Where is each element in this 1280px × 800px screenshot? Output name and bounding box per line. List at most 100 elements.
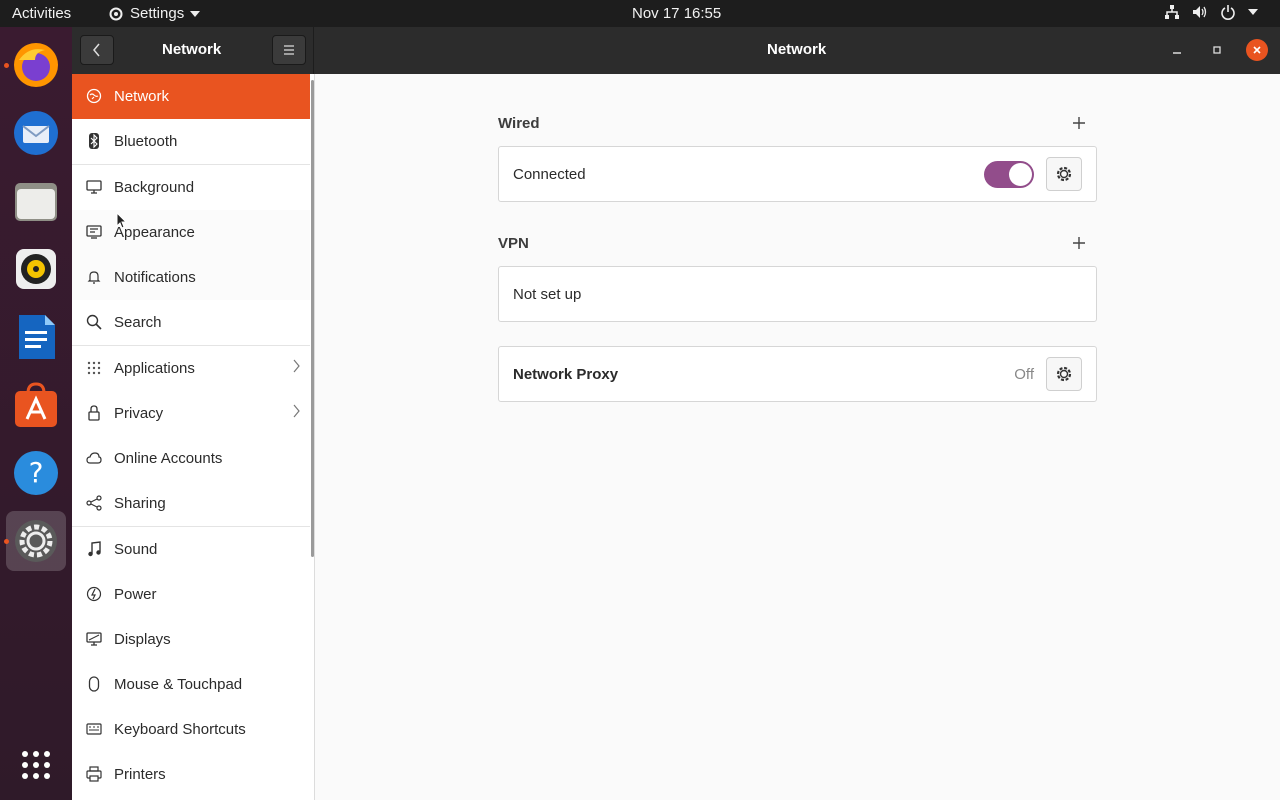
dock-firefox[interactable] bbox=[4, 35, 66, 95]
document-icon bbox=[19, 315, 55, 359]
dock-rhythmbox[interactable] bbox=[6, 239, 66, 299]
sidebar-item-printers[interactable]: Printers bbox=[72, 752, 310, 797]
close-icon bbox=[1253, 46, 1261, 54]
folder-icon bbox=[15, 183, 57, 221]
sidebar-item-label: Sharing bbox=[114, 495, 166, 512]
sidebar-scrollbar[interactable] bbox=[311, 80, 314, 557]
wired-section-title: Wired bbox=[498, 115, 540, 132]
sidebar-item-background[interactable]: Background bbox=[72, 165, 310, 210]
gear-icon bbox=[109, 7, 123, 20]
sidebar-item-label: Sound bbox=[114, 541, 158, 558]
close-button[interactable] bbox=[1246, 39, 1268, 61]
chevron-down-icon bbox=[190, 10, 201, 17]
wired-status: Connected bbox=[513, 166, 586, 183]
network-proxy-row[interactable]: Network Proxy Off bbox=[498, 346, 1097, 402]
system-tray[interactable] bbox=[1164, 4, 1258, 20]
sidebar-item-online-accounts[interactable]: Online Accounts bbox=[72, 436, 310, 481]
lock-icon bbox=[86, 405, 102, 421]
chevron-down-icon[interactable] bbox=[1248, 8, 1258, 16]
gear-icon bbox=[1056, 366, 1072, 382]
sidebar-item-label: Notifications bbox=[114, 269, 196, 286]
sidebar-item-label: Printers bbox=[114, 766, 166, 783]
plus-icon bbox=[1073, 117, 1085, 129]
shopping-bag-icon bbox=[15, 382, 57, 427]
dock-writer[interactable] bbox=[6, 307, 66, 367]
gear-icon bbox=[1056, 166, 1072, 182]
network-icon bbox=[86, 88, 102, 104]
music-note-icon bbox=[86, 541, 102, 557]
keyboard-icon bbox=[86, 721, 102, 737]
sidebar-item-label: Online Accounts bbox=[114, 450, 223, 467]
chevron-right-icon bbox=[292, 404, 300, 422]
proxy-settings-button[interactable] bbox=[1046, 357, 1082, 391]
sidebar-item-sharing[interactable]: Sharing bbox=[72, 481, 310, 526]
sidebar-item-network[interactable]: Network bbox=[72, 74, 310, 119]
add-wired-button[interactable] bbox=[1069, 113, 1089, 133]
sidebar-item-applications[interactable]: Applications bbox=[72, 346, 310, 391]
dock-settings[interactable] bbox=[4, 511, 66, 571]
display-icon bbox=[86, 631, 102, 647]
sidebar-item-sound[interactable]: Sound bbox=[72, 527, 310, 572]
bluetooth-icon bbox=[86, 133, 102, 149]
sidebar-item-appearance[interactable]: Appearance bbox=[72, 210, 310, 255]
sidebar-item-label: Background bbox=[114, 179, 195, 196]
toggle-knob bbox=[1009, 163, 1032, 186]
back-button[interactable] bbox=[80, 35, 114, 65]
sidebar-item-label: Power bbox=[114, 586, 157, 603]
wired-settings-button[interactable] bbox=[1046, 157, 1082, 191]
sidebar-item-notifications[interactable]: Notifications bbox=[72, 255, 310, 300]
wired-toggle[interactable] bbox=[984, 161, 1034, 188]
top-bar: Activities Settings Nov 17 16:55 bbox=[0, 0, 1280, 27]
sidebar-item-label: Search bbox=[114, 314, 162, 331]
cloud-icon bbox=[86, 450, 102, 466]
sidebar-item-privacy[interactable]: Privacy bbox=[72, 391, 310, 436]
dock-help[interactable]: ? bbox=[6, 443, 66, 503]
dock: ? bbox=[0, 27, 72, 800]
proxy-status: Off bbox=[1014, 366, 1034, 383]
clock[interactable]: Nov 17 16:55 bbox=[632, 5, 721, 22]
volume-icon[interactable] bbox=[1192, 4, 1208, 20]
printer-icon bbox=[86, 766, 102, 782]
mouse-icon bbox=[86, 676, 102, 692]
sidebar-item-power[interactable]: Power bbox=[72, 572, 310, 617]
vpn-status: Not set up bbox=[513, 286, 582, 303]
sidebar-item-keyboard-shortcuts[interactable]: Keyboard Shortcuts bbox=[72, 707, 310, 752]
header-bar: Network Network bbox=[72, 27, 1280, 74]
app-menu[interactable]: Settings bbox=[108, 5, 201, 22]
page-title: Network bbox=[767, 41, 827, 58]
show-applications-button[interactable] bbox=[6, 735, 66, 795]
app-menu-label: Settings bbox=[130, 5, 185, 22]
sidebar-header: Network bbox=[72, 27, 314, 74]
proxy-label: Network Proxy bbox=[513, 366, 619, 383]
minimize-button[interactable] bbox=[1166, 39, 1188, 61]
vpn-row: Not set up bbox=[498, 266, 1097, 322]
menu-button[interactable] bbox=[272, 35, 306, 65]
dock-files[interactable] bbox=[6, 171, 66, 231]
dock-thunderbird[interactable] bbox=[6, 103, 66, 163]
sidebar-item-displays[interactable]: Displays bbox=[72, 617, 310, 662]
chevron-right-icon bbox=[292, 359, 300, 377]
network-wired-icon[interactable] bbox=[1164, 4, 1180, 20]
sidebar-item-bluetooth[interactable]: Bluetooth bbox=[72, 119, 310, 164]
maximize-button[interactable] bbox=[1206, 39, 1228, 61]
sidebar-item-mouse-touchpad[interactable]: Mouse & Touchpad bbox=[72, 662, 310, 707]
speaker-icon bbox=[16, 249, 56, 289]
sidebar-item-label: Applications bbox=[114, 360, 195, 377]
maximize-icon bbox=[1213, 46, 1221, 54]
hamburger-icon bbox=[284, 45, 294, 55]
dock-software[interactable] bbox=[6, 375, 66, 435]
running-indicator bbox=[4, 539, 9, 544]
add-vpn-button[interactable] bbox=[1069, 233, 1089, 253]
sidebar-title: Network bbox=[162, 41, 222, 58]
sidebar-item-label: Keyboard Shortcuts bbox=[114, 721, 246, 738]
help-icon: ? bbox=[14, 451, 58, 495]
sidebar-item-search[interactable]: Search bbox=[72, 300, 310, 345]
settings-gear-icon bbox=[15, 520, 57, 562]
monitor-icon bbox=[86, 179, 102, 195]
activities-button[interactable]: Activities bbox=[12, 5, 71, 22]
power-icon[interactable] bbox=[1220, 4, 1236, 20]
chevron-left-icon bbox=[93, 43, 100, 57]
minimize-icon bbox=[1173, 52, 1181, 54]
sidebar-item-label: Displays bbox=[114, 631, 171, 648]
wired-connection-row: Connected bbox=[498, 146, 1097, 202]
